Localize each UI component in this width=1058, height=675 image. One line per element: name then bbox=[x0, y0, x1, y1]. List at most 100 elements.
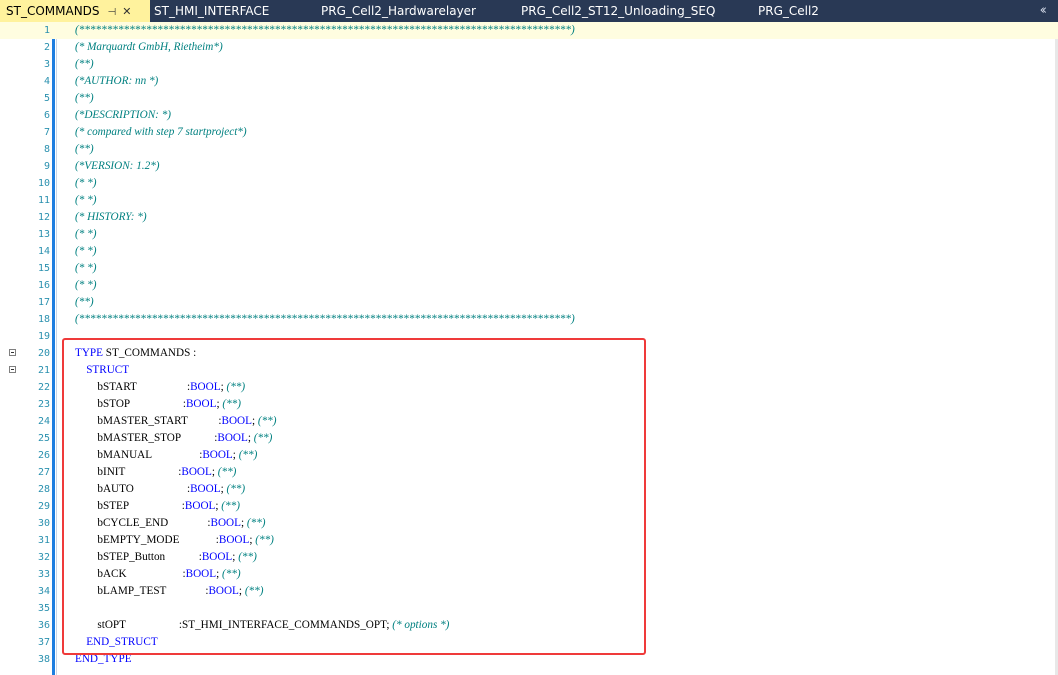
line-number: 27 bbox=[37, 467, 50, 478]
code-line[interactable]: 13 (* *) bbox=[0, 226, 1058, 243]
code-text: (* HISTORY: *) bbox=[75, 209, 147, 226]
comment-token: (***************************************… bbox=[75, 313, 575, 325]
code-line[interactable]: 2 (* Marquardt GmbH, Rietheim*) bbox=[0, 39, 1058, 56]
code-text: (*DESCRIPTION: *) bbox=[75, 107, 171, 124]
close-icon[interactable]: ✕ bbox=[122, 1, 131, 23]
comment-token: (*VERSION: 1.2*) bbox=[75, 160, 160, 172]
tab-prg-cell2-st12-unloading-seq[interactable]: PRG_Cell2_ST12_Unloading_SEQ bbox=[521, 0, 715, 22]
line-number: 18 bbox=[37, 314, 50, 325]
comment-token: (* Marquardt GmbH, Rietheim*) bbox=[75, 41, 223, 53]
tab-label: PRG_Cell2 bbox=[758, 4, 819, 18]
line-number: 32 bbox=[37, 552, 50, 563]
line-number: 33 bbox=[37, 569, 50, 580]
line-number: 26 bbox=[37, 450, 50, 461]
line-number: 9 bbox=[43, 161, 50, 172]
line-number: 25 bbox=[37, 433, 50, 444]
code-text: (* *) bbox=[75, 243, 96, 260]
code-text: (* *) bbox=[75, 192, 96, 209]
tab-label: ST_HMI_INTERFACE bbox=[154, 4, 270, 18]
code-line[interactable]: 9 (*VERSION: 1.2*) bbox=[0, 158, 1058, 175]
comment-token: (* *) bbox=[75, 228, 97, 240]
line-number: 7 bbox=[43, 127, 50, 138]
line-number: 5 bbox=[43, 93, 50, 104]
code-line[interactable]: 1 (**************************************… bbox=[0, 22, 1058, 39]
tab-prg-cell2[interactable]: PRG_Cell2 bbox=[758, 0, 819, 22]
editor-tab-bar: ST_COMMANDS ⊣ ✕ ST_HMI_INTERFACE PRG_Cell2… bbox=[0, 0, 1058, 22]
code-text: (***************************************… bbox=[75, 311, 575, 328]
fold-toggle-icon[interactable] bbox=[9, 366, 16, 373]
line-number: 4 bbox=[43, 76, 50, 87]
comment-token: (**) bbox=[75, 296, 94, 308]
code-line[interactable]: 10 (* *) bbox=[0, 175, 1058, 192]
code-line[interactable]: 17 (**) bbox=[0, 294, 1058, 311]
tab-st-commands[interactable]: ST_COMMANDS ⊣ ✕ bbox=[0, 0, 150, 22]
line-number: 24 bbox=[37, 416, 50, 427]
code-editor[interactable]: 1 (**************************************… bbox=[0, 22, 1058, 675]
code-text: (* Marquardt GmbH, Rietheim*) bbox=[75, 39, 223, 56]
line-number: 17 bbox=[37, 297, 50, 308]
line-number: 2 bbox=[43, 42, 50, 53]
tab-prg-cell2-hardwarelayer[interactable]: PRG_Cell2_Hardwarelayer bbox=[321, 0, 476, 22]
comment-token: (* *) bbox=[75, 177, 97, 189]
code-line[interactable]: 14 (* *) bbox=[0, 243, 1058, 260]
line-number: 35 bbox=[37, 603, 50, 614]
line-number: 23 bbox=[37, 399, 50, 410]
code-text: (***************************************… bbox=[75, 22, 575, 39]
code-line[interactable]: 16 (* *) bbox=[0, 277, 1058, 294]
code-text: (* *) bbox=[75, 175, 96, 192]
code-text: (* compared with step 7 startproject*) bbox=[75, 124, 247, 141]
line-number: 34 bbox=[37, 586, 50, 597]
code-line[interactable]: 15 (* *) bbox=[0, 260, 1058, 277]
code-text: (* *) bbox=[75, 277, 96, 294]
code-line[interactable]: 18 (*************************************… bbox=[0, 311, 1058, 328]
code-line[interactable]: 6 (*DESCRIPTION: *) bbox=[0, 107, 1058, 124]
line-number: 22 bbox=[37, 382, 50, 393]
line-number: 30 bbox=[37, 518, 50, 529]
tab-st-hmi-interface[interactable]: ST_HMI_INTERFACE bbox=[154, 0, 269, 22]
comment-token: (* HISTORY: *) bbox=[75, 211, 147, 223]
code-text: (*AUTHOR: nn *) bbox=[75, 73, 158, 90]
line-number: 14 bbox=[37, 246, 50, 257]
code-text: (**) bbox=[75, 90, 94, 107]
line-number: 37 bbox=[37, 637, 50, 648]
line-number: 11 bbox=[37, 195, 50, 206]
line-number: 36 bbox=[37, 620, 50, 631]
line-number: 6 bbox=[43, 110, 50, 121]
code-line[interactable]: 5 (**) bbox=[0, 90, 1058, 107]
line-number: 3 bbox=[43, 59, 50, 70]
code-line[interactable]: 11 (* *) bbox=[0, 192, 1058, 209]
line-number: 10 bbox=[37, 178, 50, 189]
pin-icon[interactable]: ⊣ bbox=[108, 2, 117, 24]
comment-token: (**) bbox=[75, 143, 94, 155]
code-text: (*VERSION: 1.2*) bbox=[75, 158, 160, 175]
code-text: (**) bbox=[75, 141, 94, 158]
line-number: 15 bbox=[37, 263, 50, 274]
comment-token: (* *) bbox=[75, 279, 97, 291]
code-line[interactable]: 4 (*AUTHOR: nn *) bbox=[0, 73, 1058, 90]
code-text: (**) bbox=[75, 56, 94, 73]
line-number: 38 bbox=[37, 654, 50, 665]
line-number: 13 bbox=[37, 229, 50, 240]
code-line[interactable]: 7 (* compared with step 7 startproject*) bbox=[0, 124, 1058, 141]
fold-toggle-icon[interactable] bbox=[9, 349, 16, 356]
comment-token: (*AUTHOR: nn *) bbox=[75, 75, 159, 87]
comment-token: (**) bbox=[75, 58, 94, 70]
comment-token: (* *) bbox=[75, 194, 97, 206]
line-number: 29 bbox=[37, 501, 50, 512]
code-text: (* *) bbox=[75, 260, 96, 277]
line-number: 19 bbox=[37, 331, 50, 342]
double-chevron-left-icon[interactable]: ‹‹ bbox=[1040, 0, 1048, 22]
line-number: 8 bbox=[43, 144, 50, 155]
code-line[interactable]: 8 (**) bbox=[0, 141, 1058, 158]
comment-token: (***************************************… bbox=[75, 24, 575, 36]
code-line[interactable]: 12 (* HISTORY: *) bbox=[0, 209, 1058, 226]
line-number: 20 bbox=[37, 348, 50, 359]
tab-label: ST_COMMANDS bbox=[6, 4, 100, 18]
line-number: 31 bbox=[37, 535, 50, 546]
code-text: (**) bbox=[75, 294, 94, 311]
code-text: (* *) bbox=[75, 226, 96, 243]
code-line[interactable]: 3 (**) bbox=[0, 56, 1058, 73]
line-number: 28 bbox=[37, 484, 50, 495]
line-number: 21 bbox=[37, 365, 50, 376]
comment-token: (*DESCRIPTION: *) bbox=[75, 109, 172, 121]
